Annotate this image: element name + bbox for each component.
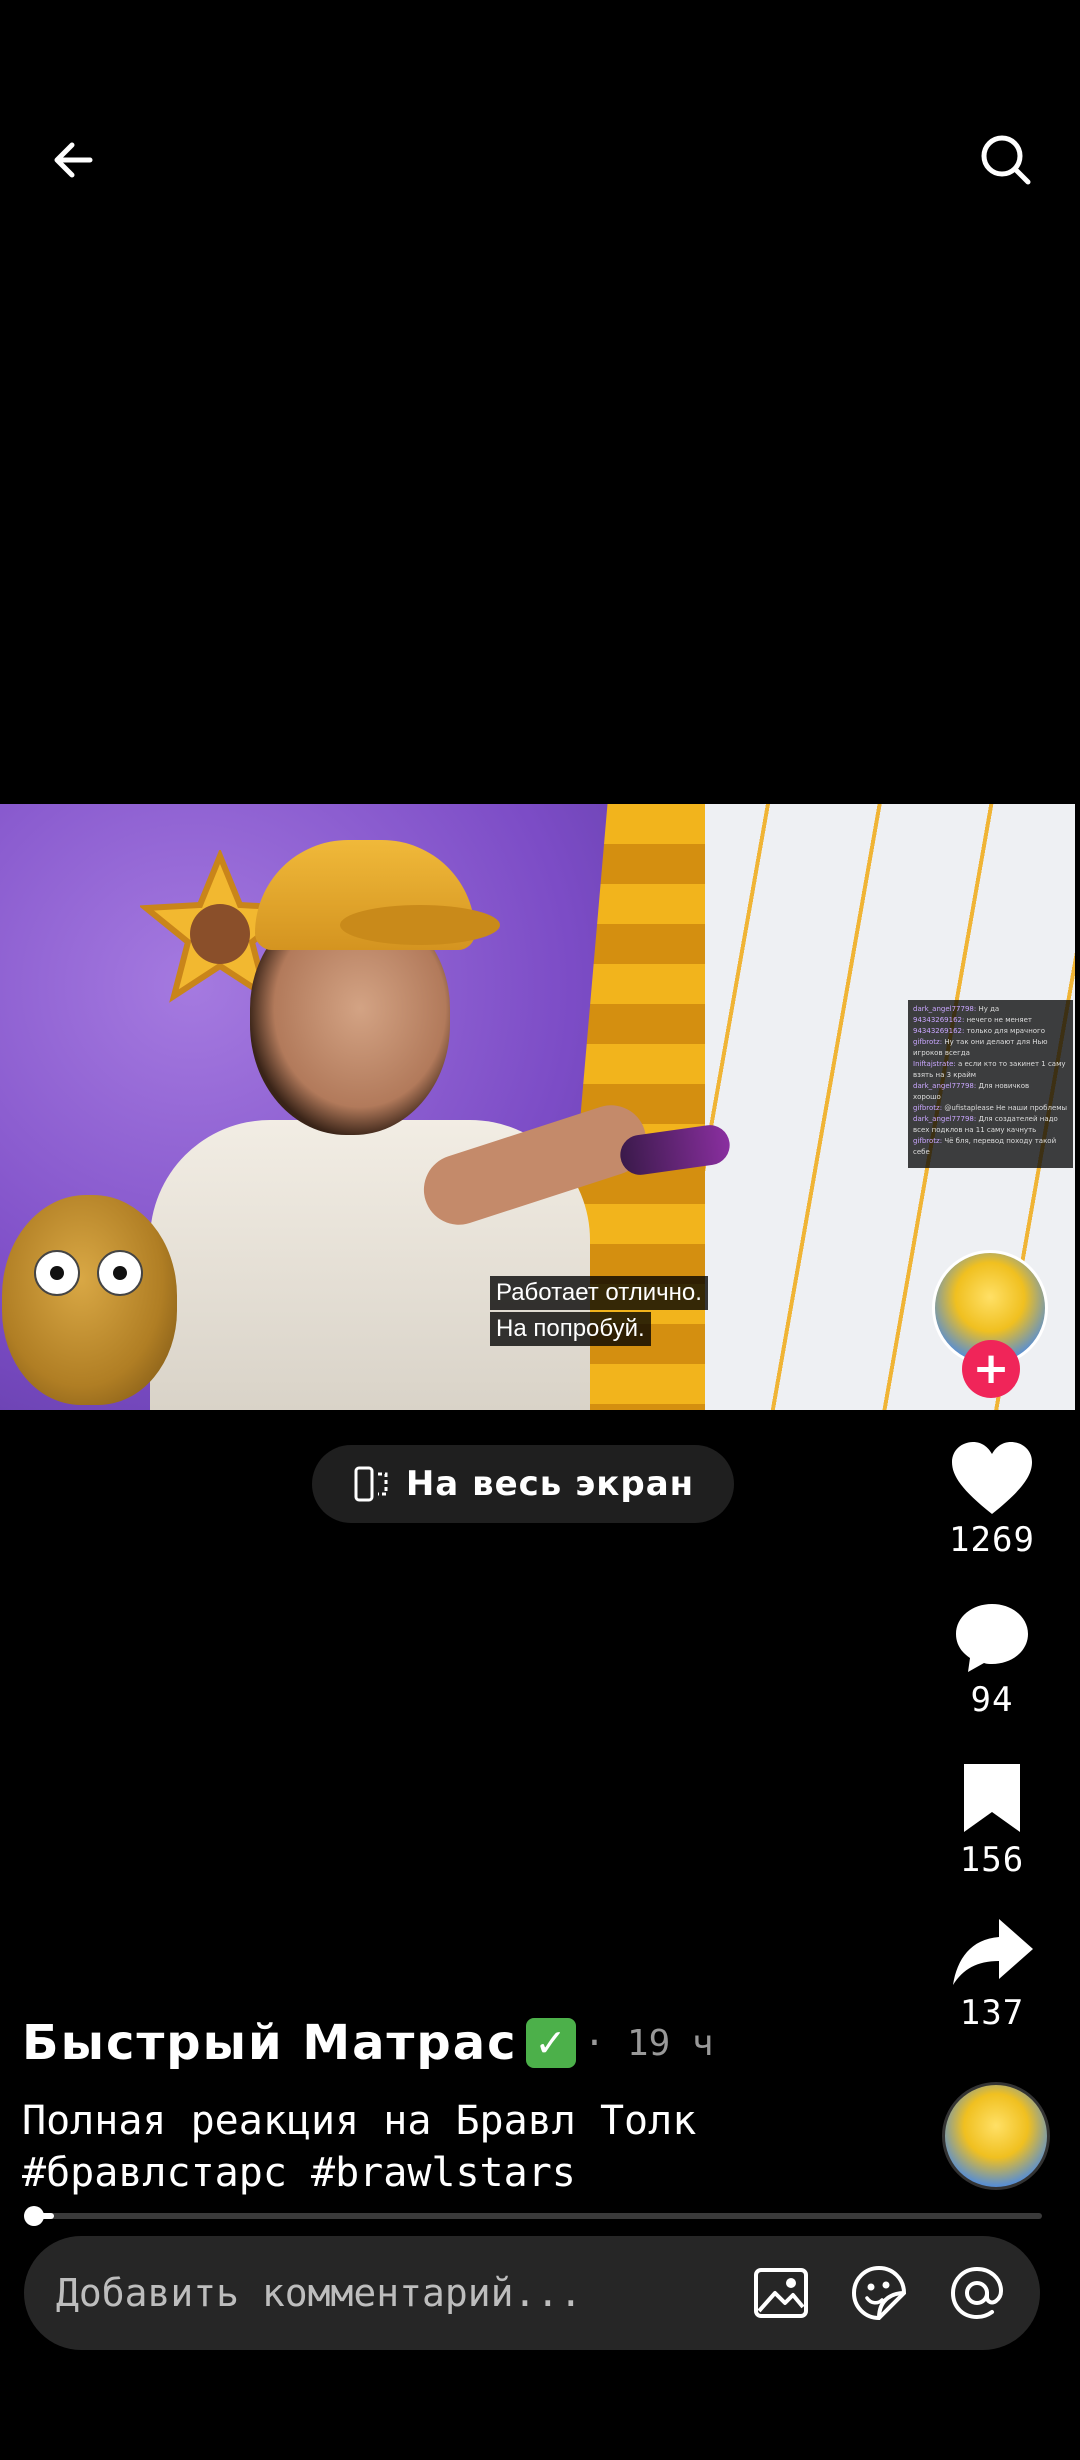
- bookmark-button[interactable]: 156: [940, 1760, 1044, 1880]
- attach-image-button[interactable]: [742, 2254, 820, 2332]
- stream-chat-overlay: dark_angel77798: Ну да 94343269162: нече…: [908, 1000, 1073, 1168]
- chat-line: игроков всегда: [913, 1049, 970, 1057]
- chat-line: всех подклов на 11 саму качнуть: [913, 1126, 1037, 1134]
- chat-line: gifbrotz: @ufistaplease Не наши проблемы: [913, 1104, 1068, 1112]
- music-disc-avatar[interactable]: [942, 2082, 1050, 2190]
- mention-button[interactable]: [938, 2254, 1016, 2332]
- chat-line: Iniftajstrate: а если кто то закинет 1 с…: [913, 1060, 1066, 1068]
- follow-button[interactable]: +: [962, 1340, 1020, 1398]
- chat-line: 94343269162: нечего не меняет: [913, 1016, 1032, 1024]
- video-progress-bar[interactable]: [34, 2213, 1042, 2219]
- video-subtitles: Работает отлично. На попробуй.: [490, 1276, 708, 1348]
- comment-count: 94: [970, 1680, 1014, 1720]
- like-button[interactable]: 1269: [940, 1440, 1044, 1560]
- search-button[interactable]: [966, 120, 1046, 200]
- chat-line: dark_angel77798: Для создателей надо: [913, 1115, 1058, 1123]
- caption-hashtags[interactable]: #бравлстарс #brawlstars: [22, 2147, 902, 2199]
- share-arrow-icon: [953, 1919, 1033, 1985]
- plus-icon: +: [972, 1343, 1010, 1394]
- wallnut-sticker: [2, 1195, 177, 1405]
- chat-line: gifbrotz: Ну так они делают для Нью: [913, 1038, 1048, 1046]
- subtitle-line-1: Работает отлично.: [490, 1276, 708, 1310]
- rotate-screen-icon: [354, 1466, 388, 1502]
- author-name[interactable]: Быстрый Матрас: [22, 2015, 518, 2071]
- fullscreen-label: На весь экран: [405, 1464, 695, 1504]
- chat-line: хорошо: [913, 1093, 941, 1101]
- comment-input[interactable]: [56, 2271, 722, 2315]
- comment-bubble-icon: [956, 1604, 1028, 1672]
- chat-line: взять на 3 крайм: [913, 1071, 977, 1079]
- video-person-hat-brim: [340, 905, 500, 945]
- chat-line: 94343269162: только для мрачного: [913, 1027, 1046, 1035]
- sticker-icon: [851, 2265, 907, 2321]
- share-count: 137: [959, 1993, 1025, 2033]
- bookmark-count: 156: [959, 1840, 1025, 1880]
- sticker-button[interactable]: [840, 2254, 918, 2332]
- subtitle-line-2: На попробуй.: [490, 1312, 651, 1346]
- at-sign-icon: [950, 2266, 1004, 2320]
- arrow-left-icon: [54, 142, 93, 178]
- post-time: · 19 ч: [583, 2022, 714, 2064]
- bookmark-icon: [964, 1764, 1020, 1832]
- share-button[interactable]: 137: [940, 1915, 1044, 2033]
- heart-icon: [952, 1442, 1032, 1514]
- verified-badge-icon: ✓: [525, 2018, 576, 2068]
- caption-line-1: Полная реакция на Бравл Толк: [22, 2098, 697, 2144]
- back-button[interactable]: [34, 120, 114, 200]
- search-icon: [981, 135, 1031, 185]
- comment-button[interactable]: 94: [940, 1600, 1044, 1720]
- chat-line: себе: [913, 1148, 930, 1156]
- like-count: 1269: [949, 1520, 1035, 1560]
- fullscreen-button[interactable]: На весь экран: [312, 1445, 734, 1523]
- chat-line: dark_angel77798: Ну да: [913, 1005, 1000, 1013]
- author-row: Быстрый Матрас ✓ · 19 ч: [22, 2015, 714, 2071]
- comment-bar: [24, 2236, 1040, 2350]
- image-icon: [754, 2268, 808, 2318]
- chat-line: gifbrotz: Чё бля, перевод походу такой: [913, 1137, 1057, 1145]
- video-progress-knob[interactable]: [24, 2206, 44, 2226]
- post-caption[interactable]: Полная реакция на Бравл Толк #бравлстарс…: [22, 2095, 902, 2199]
- chat-line: dark_angel77798: Для новичков: [913, 1082, 1030, 1090]
